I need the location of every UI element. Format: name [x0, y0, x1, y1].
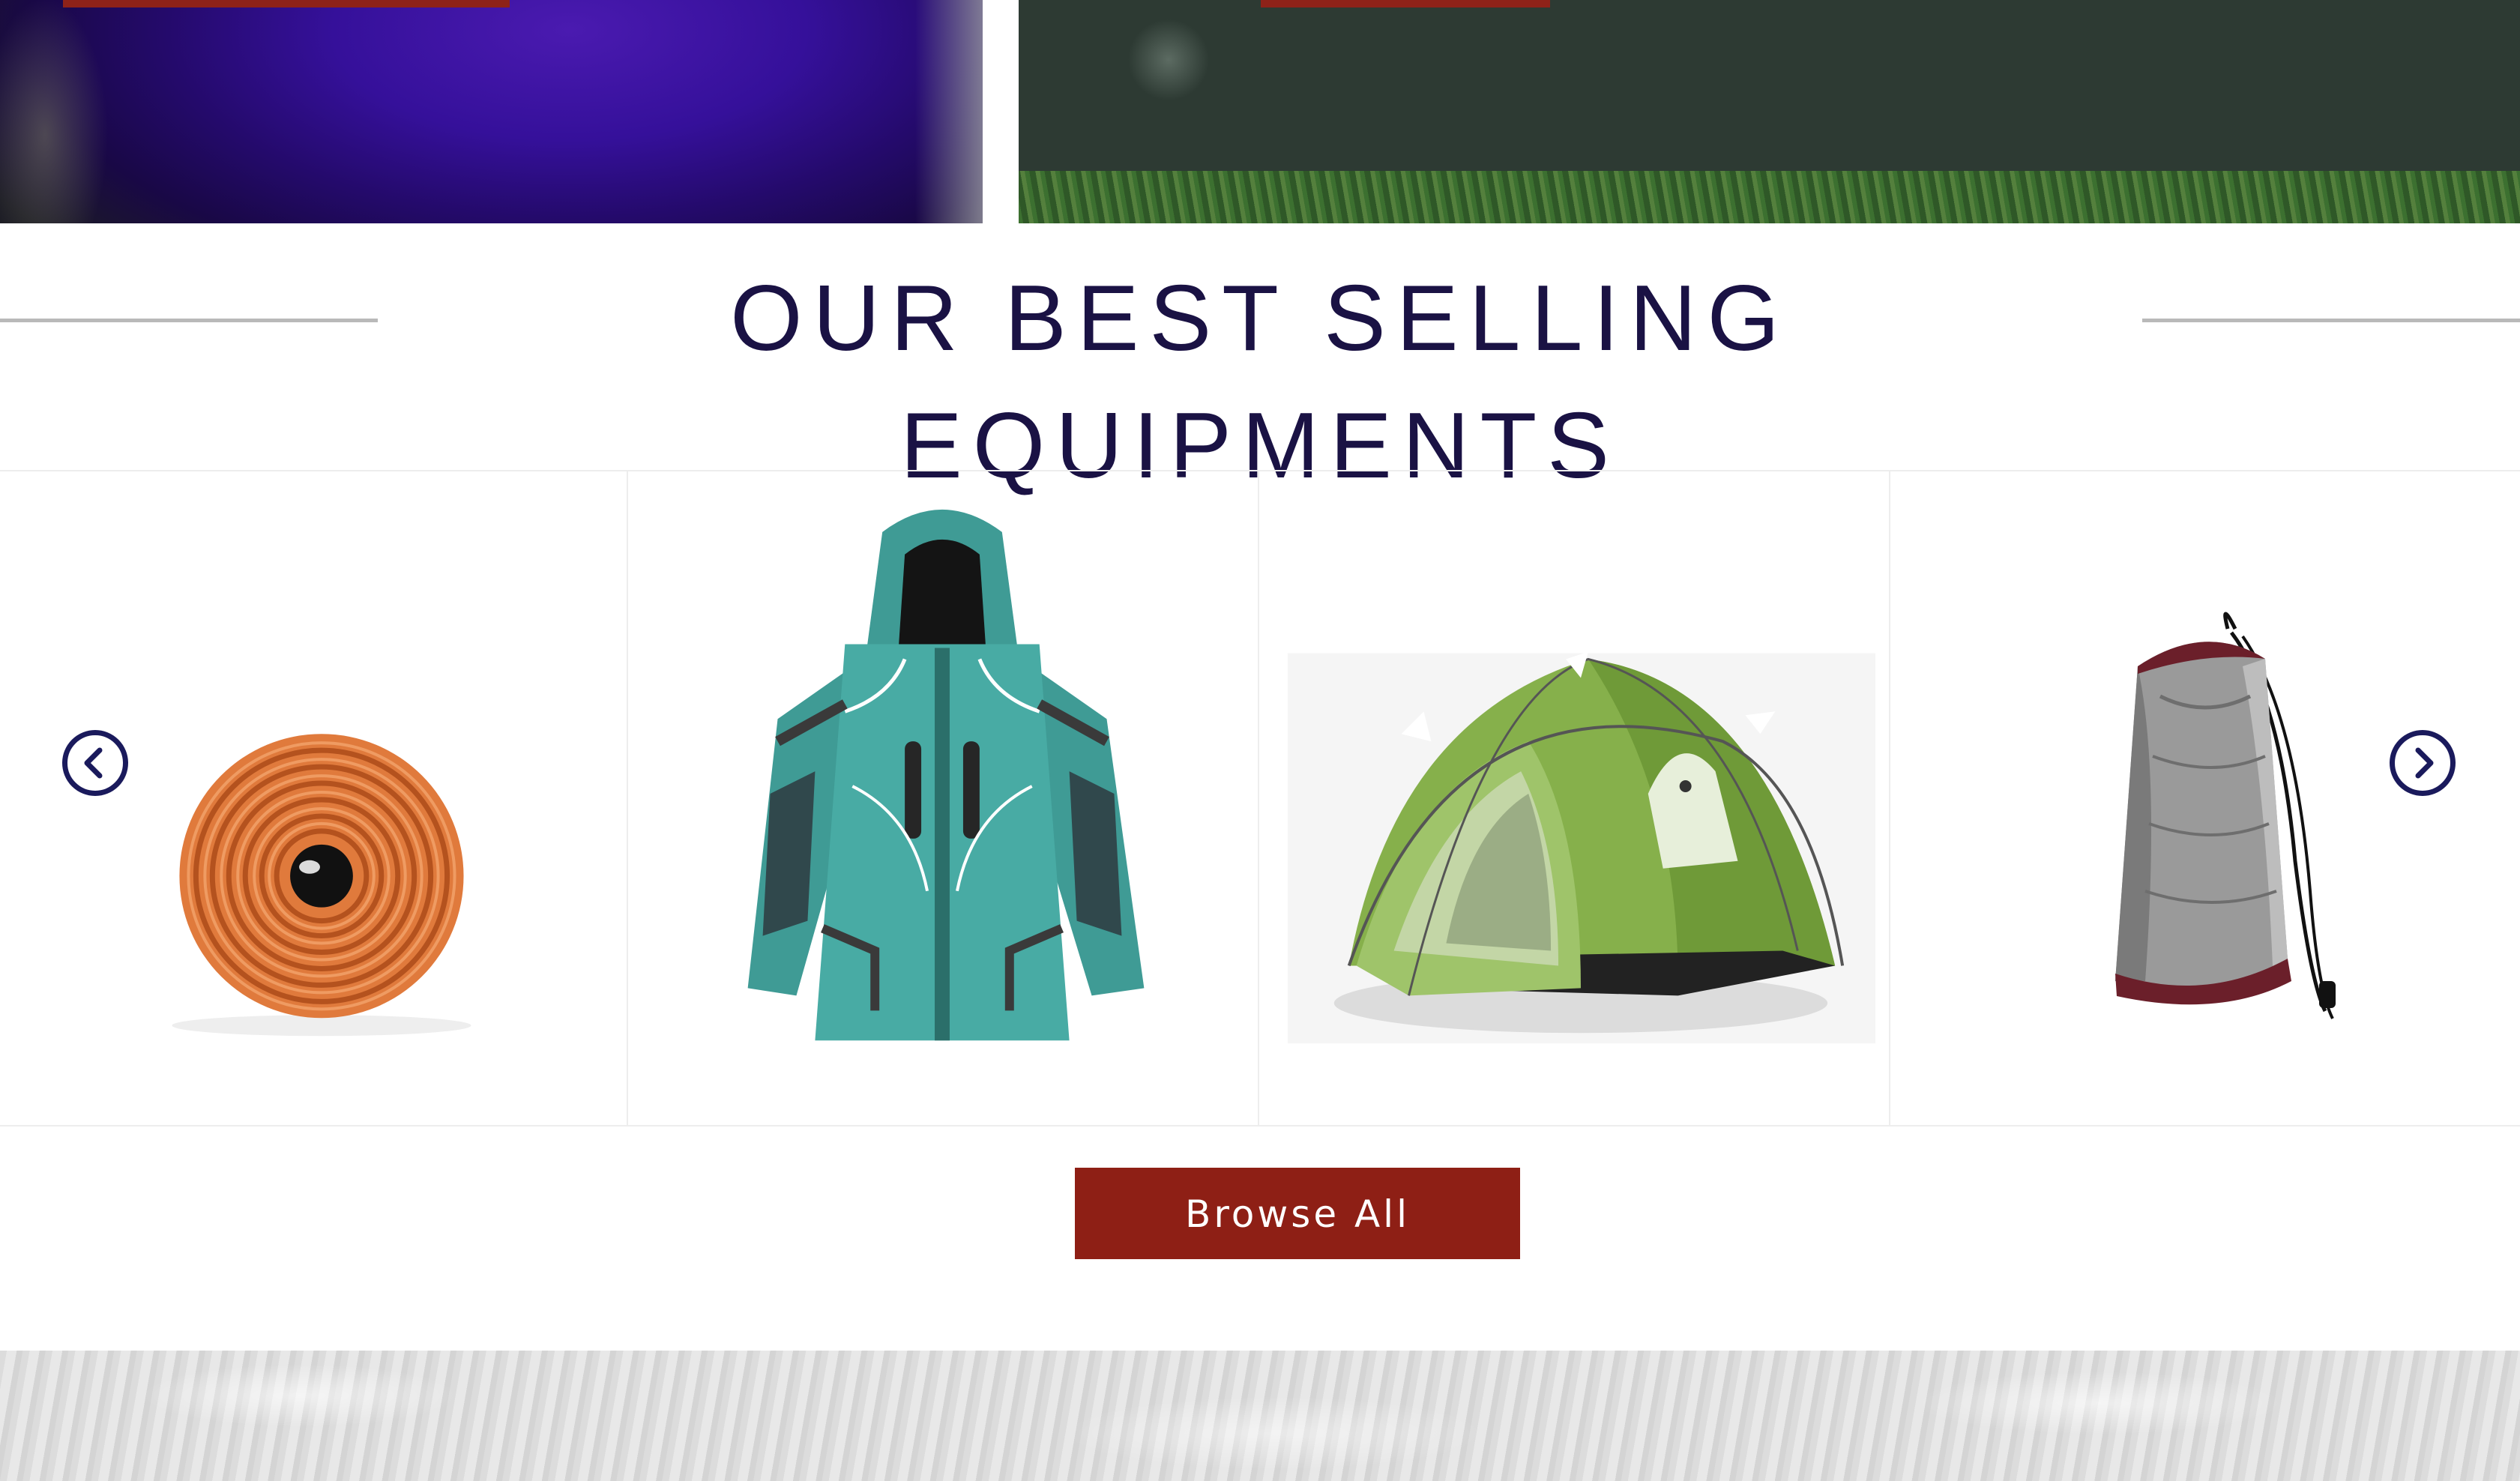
textured-footer-band	[0, 1351, 2520, 1481]
rolled-mat-image	[172, 734, 471, 1037]
section-title: OUR BEST SELLING EQUIPMENTS	[730, 267, 1790, 498]
product-card-rain-jacket[interactable]	[628, 471, 1259, 1125]
chevron-left-icon	[84, 747, 103, 779]
title-divider-left	[0, 319, 378, 322]
carousel-next-button[interactable]	[2390, 730, 2456, 796]
hero-strip	[0, 0, 2520, 223]
hero-banner-rocks[interactable]	[1019, 0, 2520, 223]
hero-banner-accent-bar	[63, 0, 510, 7]
product-card-sleeping-mat[interactable]	[0, 471, 628, 1125]
product-card-sleeping-bag[interactable]	[1890, 471, 2520, 1125]
stuff-sack-image	[2115, 612, 2336, 1019]
tent-image	[1287, 651, 1876, 1044]
section-header: OUR BEST SELLING EQUIPMENTS	[0, 255, 2520, 498]
chevron-right-icon	[2415, 747, 2434, 779]
product-carousel	[0, 470, 2520, 1126]
hero-banner-jacket[interactable]	[0, 0, 983, 223]
product-card-dome-tent[interactable]	[1259, 471, 1890, 1125]
hero-banner-accent-bar	[1261, 0, 1550, 7]
jacket-image	[747, 509, 1145, 1041]
carousel-prev-button[interactable]	[62, 730, 128, 796]
browse-all-button[interactable]: Browse All	[1075, 1168, 1520, 1259]
title-divider-right	[2142, 319, 2520, 322]
